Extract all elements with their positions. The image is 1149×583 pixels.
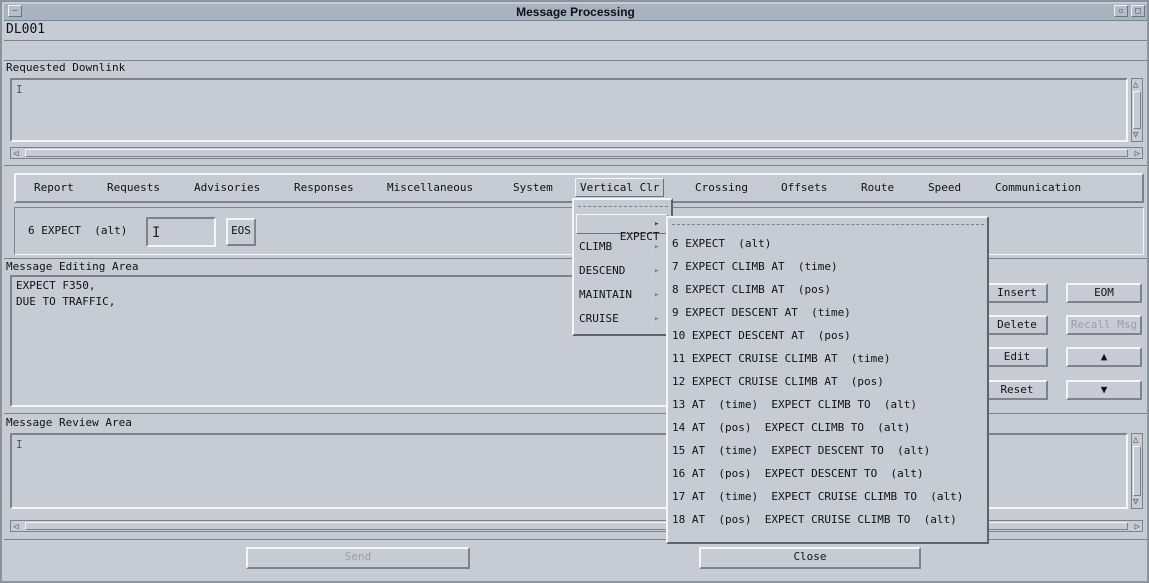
requested-downlink-hscroll[interactable]: ◁ ▷ bbox=[10, 147, 1143, 159]
requested-downlink-vscroll[interactable]: △ ▽ bbox=[1131, 78, 1143, 142]
requested-downlink-field[interactable]: I bbox=[10, 78, 1128, 142]
submenu-item[interactable]: 6 EXPECT (alt) bbox=[672, 237, 771, 250]
scroll-thumb[interactable] bbox=[25, 149, 1128, 157]
scroll-right-icon[interactable]: ▷ bbox=[1135, 522, 1140, 532]
text-caret-icon: I bbox=[16, 83, 23, 96]
menu-crossing[interactable]: Crossing bbox=[695, 181, 748, 194]
divider bbox=[4, 60, 1147, 61]
message-id: DL001 bbox=[6, 22, 46, 37]
expect-submenu: 6 EXPECT (alt) 7 EXPECT CLIMB AT (time) … bbox=[666, 216, 989, 544]
scroll-down-icon[interactable]: ▽ bbox=[1133, 130, 1138, 140]
submenu-arrow-icon: ▸ bbox=[654, 266, 660, 276]
editing-line: DUE TO TRAFFIC, bbox=[16, 295, 116, 308]
editing-line: EXPECT F350, bbox=[16, 279, 96, 292]
scroll-left-icon[interactable]: ◁ bbox=[13, 149, 18, 159]
delete-button[interactable]: Delete bbox=[986, 315, 1048, 335]
menu-miscellaneous[interactable]: Miscellaneous bbox=[387, 181, 473, 194]
menu-advisories[interactable]: Advisories bbox=[194, 181, 260, 194]
message-processing-window: Message Processing – ▫ □ DL001 Requested… bbox=[0, 0, 1149, 583]
menu-vertical-clr[interactable]: Vertical Clr bbox=[575, 178, 665, 197]
menu-offsets[interactable]: Offsets bbox=[781, 181, 827, 194]
submenu-item[interactable]: 18 AT (pos) EXPECT CRUISE CLIMB TO (alt) bbox=[672, 513, 957, 526]
submenu-item[interactable]: 9 EXPECT DESCENT AT (time) bbox=[672, 306, 851, 319]
scroll-up-icon[interactable]: △ bbox=[1133, 80, 1138, 90]
menu-responses[interactable]: Responses bbox=[294, 181, 354, 194]
submenu-item[interactable]: 11 EXPECT CRUISE CLIMB AT (time) bbox=[672, 352, 891, 365]
maximize-icon[interactable]: □ bbox=[1131, 5, 1145, 17]
minimize-icon[interactable]: ▫ bbox=[1114, 5, 1128, 17]
menu-communication[interactable]: Communication bbox=[995, 181, 1081, 194]
reset-button[interactable]: Reset bbox=[986, 380, 1048, 400]
dropdown-item-cruise[interactable]: CRUISE bbox=[579, 312, 619, 325]
vertical-clr-dropdown: EXPECT ▸ CLIMB ▸ DESCEND ▸ MAINTAIN ▸ CR… bbox=[572, 198, 673, 336]
dropdown-item-climb[interactable]: CLIMB bbox=[579, 240, 612, 253]
submenu-item[interactable]: 17 AT (time) EXPECT CRUISE CLIMB TO (alt… bbox=[672, 490, 963, 503]
menu-system[interactable]: System bbox=[513, 181, 553, 194]
submenu-arrow-icon: ▸ bbox=[654, 314, 660, 324]
scroll-right-icon[interactable]: ▷ bbox=[1135, 149, 1140, 159]
menu-report[interactable]: Report bbox=[34, 181, 74, 194]
eom-button[interactable]: EOM bbox=[1066, 283, 1142, 303]
submenu-item[interactable]: 12 EXPECT CRUISE CLIMB AT (pos) bbox=[672, 375, 884, 388]
requested-downlink-label: Requested Downlink bbox=[6, 61, 126, 74]
submenu-item[interactable]: 7 EXPECT CLIMB AT (time) bbox=[672, 260, 838, 273]
menu-speed[interactable]: Speed bbox=[928, 181, 961, 194]
menu-route[interactable]: Route bbox=[861, 181, 894, 194]
scroll-down-icon[interactable]: ▽ bbox=[1133, 497, 1138, 507]
dropdown-item-descend[interactable]: DESCEND bbox=[579, 264, 625, 277]
eos-button[interactable]: EOS bbox=[226, 218, 256, 246]
close-button[interactable]: Close bbox=[699, 547, 921, 569]
submenu-item[interactable]: 13 AT (time) EXPECT CLIMB TO (alt) bbox=[672, 398, 917, 411]
edit-button[interactable]: Edit bbox=[986, 347, 1048, 367]
text-caret-icon: I bbox=[152, 225, 161, 241]
review-area-label: Message Review Area bbox=[6, 416, 132, 429]
scroll-thumb[interactable] bbox=[1133, 446, 1141, 496]
scroll-down-button-icon[interactable]: ▼ bbox=[1066, 380, 1142, 400]
scroll-up-button-icon[interactable]: ▲ bbox=[1066, 347, 1142, 367]
tearoff-line[interactable] bbox=[672, 224, 984, 225]
scroll-thumb[interactable] bbox=[1133, 91, 1141, 129]
send-button[interactable]: Send bbox=[246, 547, 470, 569]
window-titlebar[interactable]: Message Processing bbox=[4, 4, 1147, 21]
review-vscroll[interactable]: △ ▽ bbox=[1131, 433, 1143, 509]
window-menu-icon[interactable]: – bbox=[8, 5, 22, 17]
submenu-arrow-icon: ▸ bbox=[654, 290, 660, 300]
scroll-up-icon[interactable]: △ bbox=[1133, 435, 1138, 445]
submenu-item[interactable]: 15 AT (time) EXPECT DESCENT TO (alt) bbox=[672, 444, 930, 457]
element-label: 6 EXPECT (alt) bbox=[28, 224, 128, 237]
editing-area-label: Message Editing Area bbox=[6, 260, 139, 273]
recall-msg-button[interactable]: Recall Msg bbox=[1066, 315, 1142, 335]
insert-button[interactable]: Insert bbox=[986, 283, 1048, 303]
submenu-item[interactable]: 10 EXPECT DESCENT AT (pos) bbox=[672, 329, 851, 342]
divider bbox=[4, 165, 1147, 166]
submenu-arrow-icon: ▸ bbox=[654, 219, 660, 229]
submenu-arrow-icon: ▸ bbox=[654, 242, 660, 252]
divider bbox=[4, 40, 1147, 41]
submenu-item[interactable]: 14 AT (pos) EXPECT CLIMB TO (alt) bbox=[672, 421, 910, 434]
menu-requests[interactable]: Requests bbox=[107, 181, 160, 194]
scroll-left-icon[interactable]: ◁ bbox=[13, 522, 18, 532]
text-caret-icon: I bbox=[16, 438, 23, 451]
dropdown-item-maintain[interactable]: MAINTAIN bbox=[579, 288, 632, 301]
submenu-item[interactable]: 16 AT (pos) EXPECT DESCENT TO (alt) bbox=[672, 467, 924, 480]
tearoff-line[interactable] bbox=[578, 206, 668, 207]
element-alt-input[interactable]: I bbox=[146, 217, 216, 247]
window-title: Message Processing bbox=[516, 5, 635, 19]
submenu-item[interactable]: 8 EXPECT CLIMB AT (pos) bbox=[672, 283, 831, 296]
